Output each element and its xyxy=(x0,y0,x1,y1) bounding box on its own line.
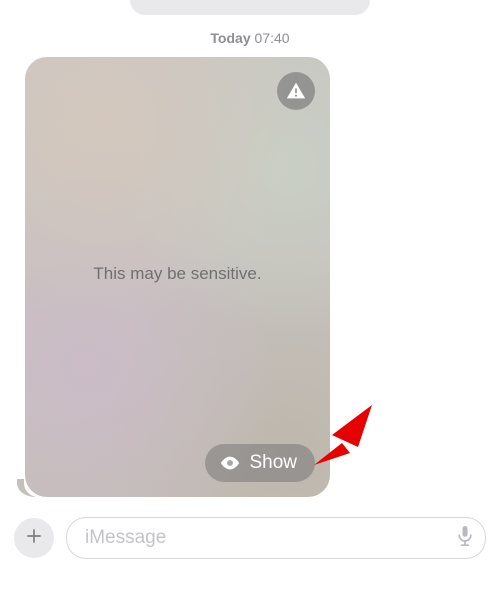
message-input[interactable] xyxy=(83,526,447,550)
date-time: 07:40 xyxy=(255,30,290,46)
sensitive-image-bubble[interactable]: This may be sensitive. Show xyxy=(25,57,330,497)
previous-message-bubble[interactable] xyxy=(130,0,370,15)
message-input-wrap[interactable] xyxy=(66,517,486,559)
date-separator: Today 07:40 xyxy=(0,30,500,46)
eye-icon xyxy=(219,452,241,474)
microphone-icon xyxy=(455,524,475,553)
add-button[interactable] xyxy=(14,518,54,558)
show-button[interactable]: Show xyxy=(205,444,315,482)
compose-bar xyxy=(0,510,500,566)
warning-triangle-icon xyxy=(285,80,307,102)
warning-badge[interactable] xyxy=(277,72,315,110)
show-button-label: Show xyxy=(249,452,297,474)
sensitive-content-label: This may be sensitive. xyxy=(25,264,330,284)
dictation-button[interactable] xyxy=(455,524,475,553)
date-day: Today xyxy=(210,30,250,46)
plus-icon xyxy=(24,526,44,551)
